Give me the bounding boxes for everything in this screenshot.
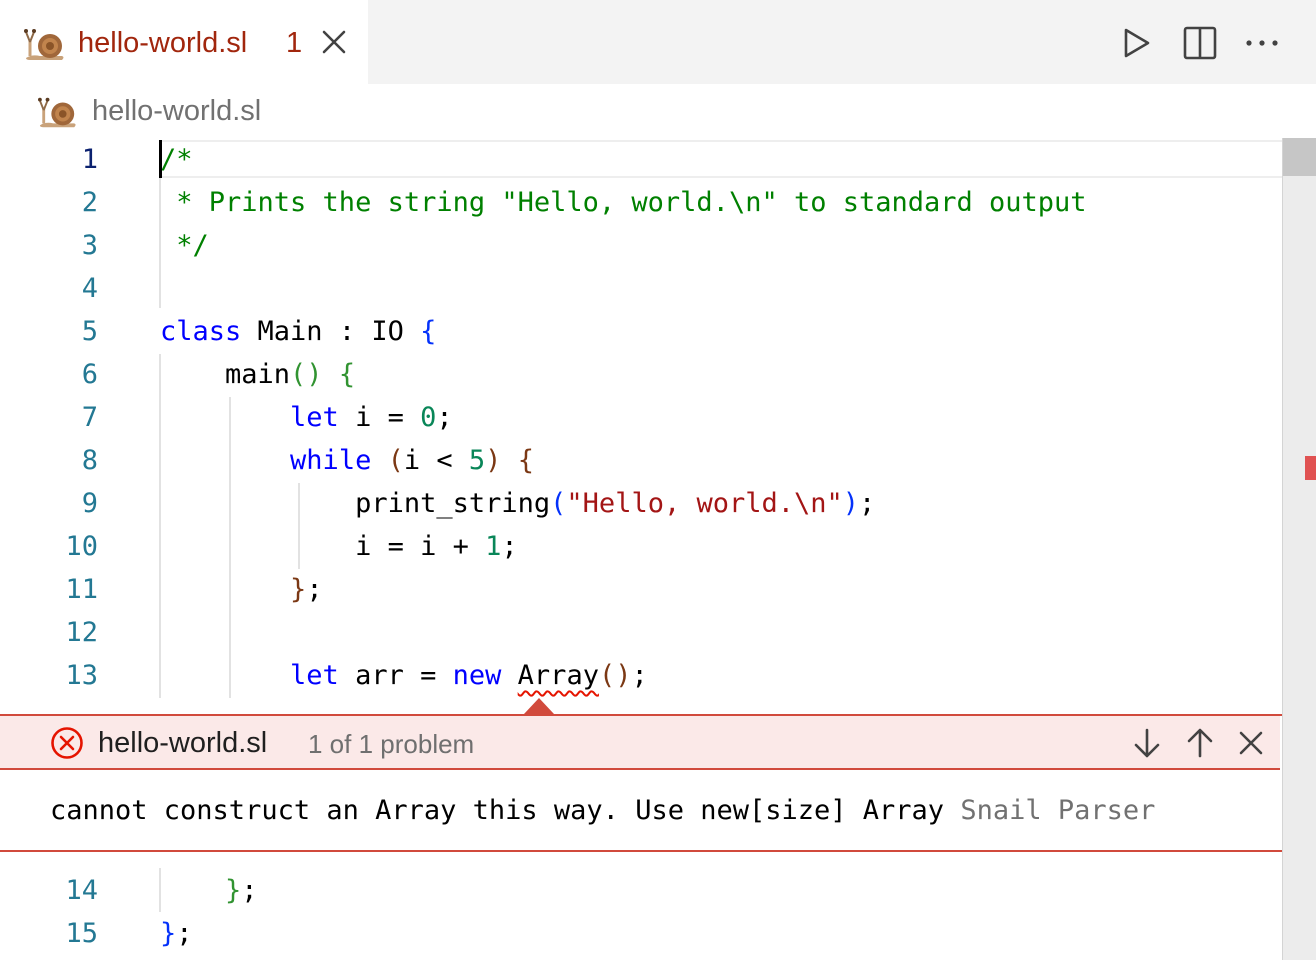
line-code: }; xyxy=(225,875,258,906)
line-number: 9 xyxy=(81,488,98,519)
problem-peek-header: hello-world.sl 1 of 1 problem xyxy=(0,716,1280,770)
peek-pointer xyxy=(524,698,554,714)
previous-problem-icon[interactable] xyxy=(1183,726,1217,760)
line-code: }; xyxy=(290,574,323,605)
code-line[interactable]: 12 xyxy=(0,611,1282,654)
line-number: 11 xyxy=(65,574,98,605)
close-icon[interactable] xyxy=(1234,726,1268,760)
line-number: 14 xyxy=(65,875,98,906)
scrollbar-thumb[interactable] xyxy=(1283,138,1316,176)
line-code: let arr = new Array(); xyxy=(290,660,648,691)
code-line[interactable]: 3 */ xyxy=(0,224,1282,267)
code-line[interactable]: 2 * Prints the string "Hello, world.\n" … xyxy=(0,181,1282,224)
line-number: 6 xyxy=(81,359,98,390)
error-squiggle: Array xyxy=(517,660,599,691)
code-line[interactable]: 6 main() { xyxy=(0,353,1282,396)
line-number: 2 xyxy=(81,187,98,218)
more-actions-icon[interactable] xyxy=(1244,24,1280,62)
line-number: 10 xyxy=(65,531,98,562)
breadcrumb: hello-world.sl xyxy=(0,84,1316,138)
line-code: */ xyxy=(160,230,209,261)
line-number: 7 xyxy=(81,402,98,433)
code-line[interactable]: 5 class Main : IO { xyxy=(0,310,1282,353)
code-line[interactable]: 4 xyxy=(0,267,1282,310)
line-code: i = i + 1; xyxy=(355,531,518,562)
line-code: }; xyxy=(160,918,193,949)
error-icon xyxy=(51,727,83,759)
line-number: 12 xyxy=(65,617,98,648)
code-line[interactable]: 11 }; xyxy=(0,568,1282,611)
next-problem-icon[interactable] xyxy=(1130,726,1164,760)
line-number: 5 xyxy=(81,316,98,347)
tab-problem-badge: 1 xyxy=(286,27,303,59)
line-code: /* xyxy=(160,144,193,175)
line-number: 1 xyxy=(81,144,98,175)
line-code: let i = 0; xyxy=(290,402,453,433)
snail-icon xyxy=(38,97,76,128)
text-cursor xyxy=(159,140,162,178)
problem-peek: hello-world.sl 1 of 1 problem cannot con… xyxy=(0,714,1282,852)
code-line[interactable]: 7 let i = 0; xyxy=(0,396,1282,439)
line-number: 13 xyxy=(65,660,98,691)
error-marker xyxy=(1305,456,1316,480)
close-tab-icon[interactable] xyxy=(318,26,350,58)
snail-icon xyxy=(24,29,64,60)
problem-message: cannot construct an Array this way. Use … xyxy=(50,795,945,826)
tab-bar: hello-world.sl 1 xyxy=(0,0,1316,84)
line-number: 15 xyxy=(65,918,98,949)
code-line[interactable]: 8 while (i < 5) { xyxy=(0,439,1282,482)
problem-file: hello-world.sl xyxy=(98,727,268,759)
line-code: * Prints the string "Hello, world.\n" to… xyxy=(160,187,1087,218)
split-editor-icon[interactable] xyxy=(1182,24,1218,62)
code-line[interactable]: 10 i = i + 1; xyxy=(0,525,1282,568)
line-number: 8 xyxy=(81,445,98,476)
code-line[interactable]: 15 }; xyxy=(0,912,1282,955)
line-number: 4 xyxy=(81,273,98,304)
line-number: 3 xyxy=(81,230,98,261)
breadcrumb-file[interactable]: hello-world.sl xyxy=(92,92,261,130)
code-line[interactable]: 1 /* xyxy=(0,138,1282,181)
vertical-scrollbar[interactable] xyxy=(1282,138,1316,960)
code-line[interactable]: 9 print_string("Hello, world.\n"); xyxy=(0,482,1282,525)
problem-source: Snail Parser xyxy=(960,795,1156,826)
code-line[interactable]: 14 }; xyxy=(0,869,1282,912)
line-code: class Main : IO { xyxy=(160,316,437,347)
problem-count: 1 of 1 problem xyxy=(308,729,475,759)
run-icon[interactable] xyxy=(1120,24,1152,62)
line-code: main() { xyxy=(160,359,356,390)
problem-message-row: cannot construct an Array this way. Use … xyxy=(50,792,1155,830)
line-code: print_string("Hello, world.\n"); xyxy=(355,488,876,519)
editor-tab-hello-world[interactable]: hello-world.sl 1 xyxy=(0,0,368,84)
line-code: while (i < 5) { xyxy=(290,445,534,476)
tab-title: hello-world.sl xyxy=(78,27,248,59)
code-line[interactable]: 13 let arr = new Array(); xyxy=(0,654,1282,697)
